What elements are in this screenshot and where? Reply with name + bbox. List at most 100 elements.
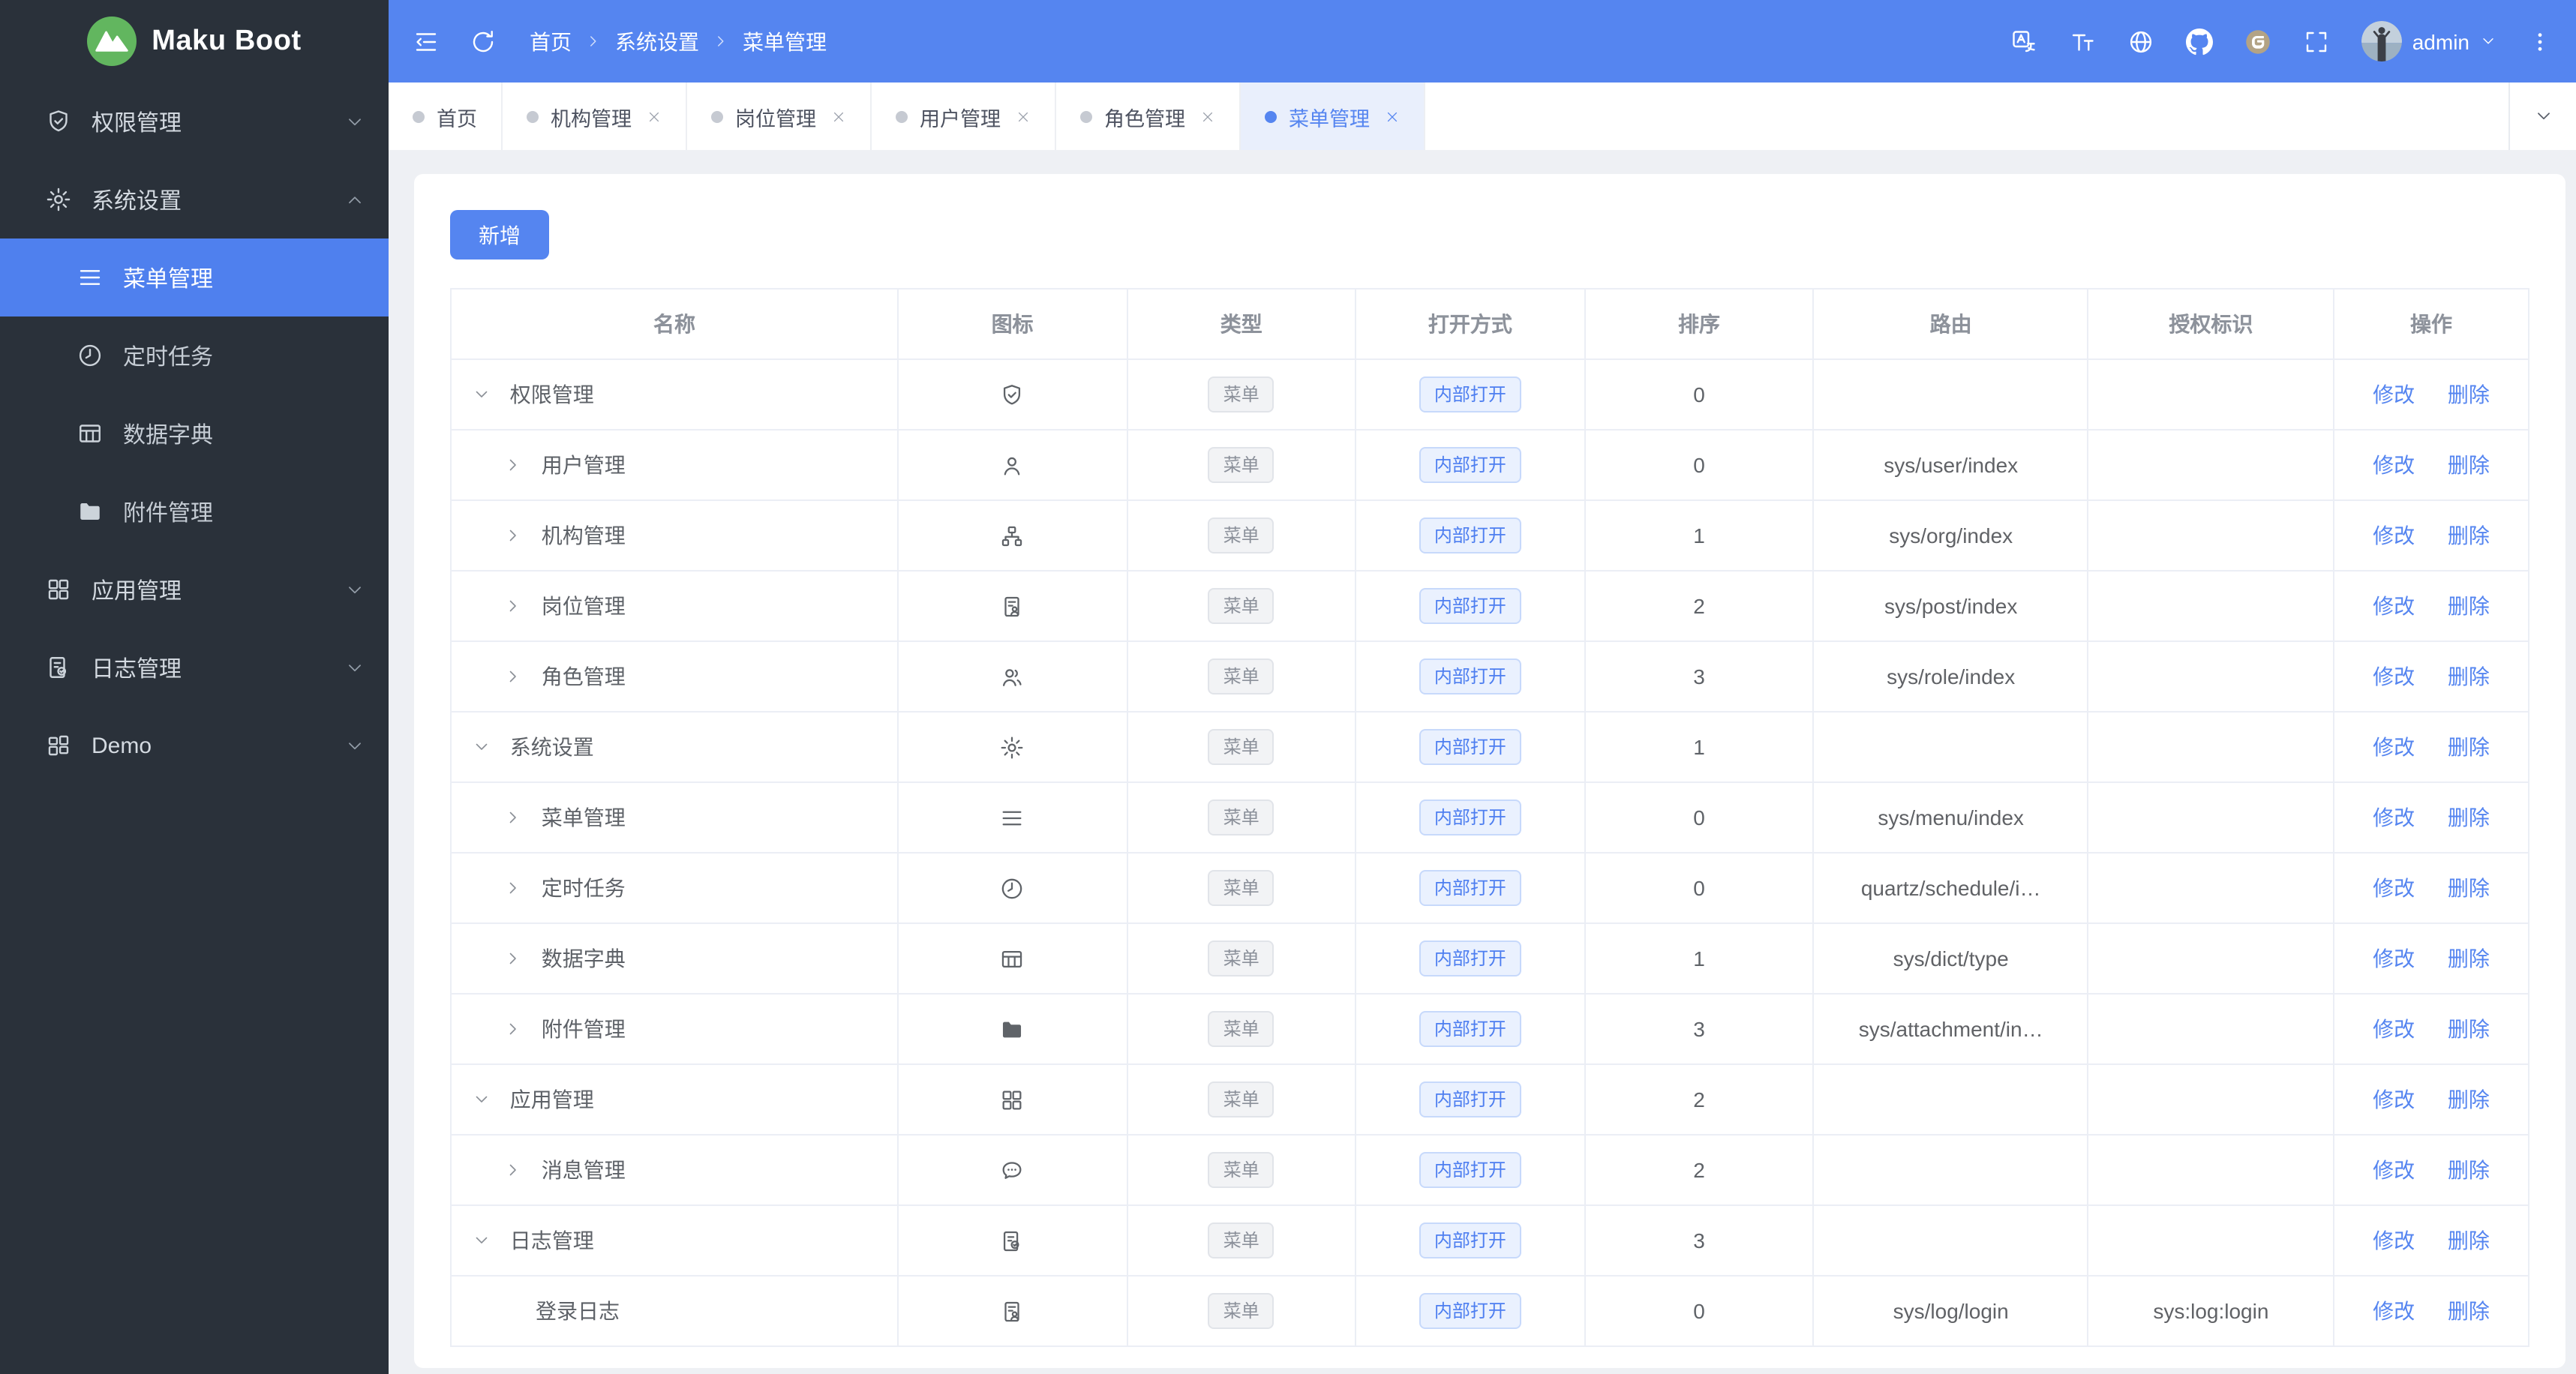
chevron-down-icon[interactable] xyxy=(473,1232,504,1250)
sidebar: Maku Boot 权限管理 系统设置 菜单管理 定时任务 数据字典 附件管理 … xyxy=(0,0,389,1374)
font-size-icon[interactable] xyxy=(2069,28,2096,55)
edit-link[interactable]: 修改 xyxy=(2373,453,2415,477)
close-icon[interactable] xyxy=(1385,109,1400,124)
delete-link[interactable]: 删除 xyxy=(2448,1088,2490,1112)
close-icon[interactable] xyxy=(1200,109,1215,124)
close-icon[interactable] xyxy=(647,109,662,124)
sidebar-item-label: 菜单管理 xyxy=(123,266,214,292)
grid-icon xyxy=(1000,1088,1025,1113)
edit-link[interactable]: 修改 xyxy=(2373,594,2415,618)
edit-link[interactable]: 修改 xyxy=(2373,1299,2415,1323)
chevron-right-icon[interactable] xyxy=(504,526,536,544)
delete-link[interactable]: 删除 xyxy=(2448,806,2490,830)
breadcrumb-item[interactable]: 系统设置 xyxy=(615,26,699,56)
delete-link[interactable]: 删除 xyxy=(2448,1299,2490,1323)
chevron-down-icon[interactable] xyxy=(473,738,504,756)
sidebar-item[interactable]: 数据字典 xyxy=(0,394,389,472)
delete-link[interactable]: 删除 xyxy=(2448,946,2490,970)
open-mode-tag: 内部打开 xyxy=(1419,588,1521,624)
tabs-dropdown-button[interactable] xyxy=(2508,82,2576,150)
chevron-right-icon[interactable] xyxy=(504,597,536,615)
sort-value: 0 xyxy=(1584,782,1815,854)
chevron-down-icon[interactable] xyxy=(473,1090,504,1108)
sort-value: 0 xyxy=(1584,1275,1815,1347)
fullscreen-icon[interactable] xyxy=(2303,28,2330,55)
delete-link[interactable]: 删除 xyxy=(2448,1228,2490,1252)
edit-link[interactable]: 修改 xyxy=(2373,1228,2415,1252)
menu-fold-icon[interactable] xyxy=(413,28,440,55)
sidebar-item[interactable]: 应用管理 xyxy=(0,550,389,628)
sort-value: 3 xyxy=(1584,993,1815,1065)
chevron-down-icon xyxy=(345,580,365,599)
edit-link[interactable]: 修改 xyxy=(2373,1017,2415,1041)
delete-link[interactable]: 删除 xyxy=(2448,1158,2490,1182)
sort-value: 2 xyxy=(1584,1064,1815,1136)
delete-link[interactable]: 删除 xyxy=(2448,594,2490,618)
edit-link[interactable]: 修改 xyxy=(2373,664,2415,688)
translate-icon[interactable] xyxy=(2010,28,2037,55)
chevron-right-icon[interactable] xyxy=(504,1020,536,1038)
users-icon xyxy=(1000,664,1025,690)
delete-link[interactable]: 删除 xyxy=(2448,453,2490,477)
github-icon[interactable] xyxy=(2185,28,2213,55)
delete-link[interactable]: 删除 xyxy=(2448,382,2490,406)
sidebar-item[interactable]: Demo xyxy=(0,706,389,784)
edit-link[interactable]: 修改 xyxy=(2373,1088,2415,1112)
tab[interactable]: 岗位管理 xyxy=(687,82,872,150)
sidebar-item-label: 应用管理 xyxy=(92,578,182,604)
chevron-right-icon[interactable] xyxy=(504,1161,536,1179)
chevron-down-icon[interactable] xyxy=(473,386,504,404)
sidebar-item-label: 定时任务 xyxy=(123,344,214,370)
delete-link[interactable]: 删除 xyxy=(2448,524,2490,548)
chevron-right-icon[interactable] xyxy=(504,879,536,897)
edit-link[interactable]: 修改 xyxy=(2373,946,2415,970)
edit-link[interactable]: 修改 xyxy=(2373,1158,2415,1182)
delete-link[interactable]: 删除 xyxy=(2448,735,2490,759)
delete-link[interactable]: 删除 xyxy=(2448,1017,2490,1041)
gitee-icon[interactable] xyxy=(2244,28,2271,55)
tab[interactable]: 机构管理 xyxy=(503,82,687,150)
globe-icon[interactable] xyxy=(2127,28,2154,55)
chevron-up-icon xyxy=(345,190,365,209)
table-row: 日志管理 菜单 内部打开 3 修改 删除 xyxy=(450,1204,2529,1276)
delete-link[interactable]: 删除 xyxy=(2448,876,2490,900)
log-doc-icon xyxy=(45,654,72,681)
type-tag: 菜单 xyxy=(1208,1082,1274,1118)
edit-link[interactable]: 修改 xyxy=(2373,806,2415,830)
sidebar-item[interactable]: 日志管理 xyxy=(0,628,389,706)
refresh-icon[interactable] xyxy=(470,28,497,55)
user-menu[interactable]: admin xyxy=(2361,21,2496,62)
add-button[interactable]: 新增 xyxy=(450,210,549,260)
breadcrumb-item[interactable]: 首页 xyxy=(530,26,572,56)
table-row: 应用管理 菜单 内部打开 2 修改 删除 xyxy=(450,1064,2529,1136)
tab-bar: 首页 机构管理 岗位管理 用户管理 角色管理 菜单管理 xyxy=(389,82,2576,150)
tab[interactable]: 首页 xyxy=(389,82,503,150)
sidebar-item[interactable]: 菜单管理 xyxy=(0,238,389,316)
sidebar-item[interactable]: 权限管理 xyxy=(0,82,389,160)
chevron-right-icon[interactable] xyxy=(504,950,536,968)
tab-dot xyxy=(1080,110,1092,122)
sidebar-item[interactable]: 系统设置 xyxy=(0,160,389,238)
sidebar-item[interactable]: 定时任务 xyxy=(0,316,389,394)
edit-link[interactable]: 修改 xyxy=(2373,735,2415,759)
chevron-right-icon[interactable] xyxy=(504,456,536,474)
tab[interactable]: 用户管理 xyxy=(872,82,1056,150)
sidebar-item[interactable]: 附件管理 xyxy=(0,472,389,550)
close-icon[interactable] xyxy=(831,109,846,124)
edit-link[interactable]: 修改 xyxy=(2373,382,2415,406)
close-icon[interactable] xyxy=(1016,109,1031,124)
route-value: sys/menu/index xyxy=(1812,782,2089,854)
breadcrumb: 首页 系统设置 菜单管理 xyxy=(530,26,827,56)
chevron-right-icon[interactable] xyxy=(504,668,536,686)
auth-value xyxy=(2087,500,2335,572)
tab[interactable]: 菜单管理 xyxy=(1241,82,1425,150)
more-vertical-icon[interactable] xyxy=(2528,29,2552,53)
sort-value: 2 xyxy=(1584,570,1815,642)
chevron-right-icon[interactable] xyxy=(504,808,536,826)
tab[interactable]: 角色管理 xyxy=(1056,82,1241,150)
breadcrumb-item[interactable]: 菜单管理 xyxy=(743,26,827,56)
edit-link[interactable]: 修改 xyxy=(2373,876,2415,900)
edit-link[interactable]: 修改 xyxy=(2373,524,2415,548)
app-logo[interactable]: Maku Boot xyxy=(0,0,389,82)
delete-link[interactable]: 删除 xyxy=(2448,664,2490,688)
